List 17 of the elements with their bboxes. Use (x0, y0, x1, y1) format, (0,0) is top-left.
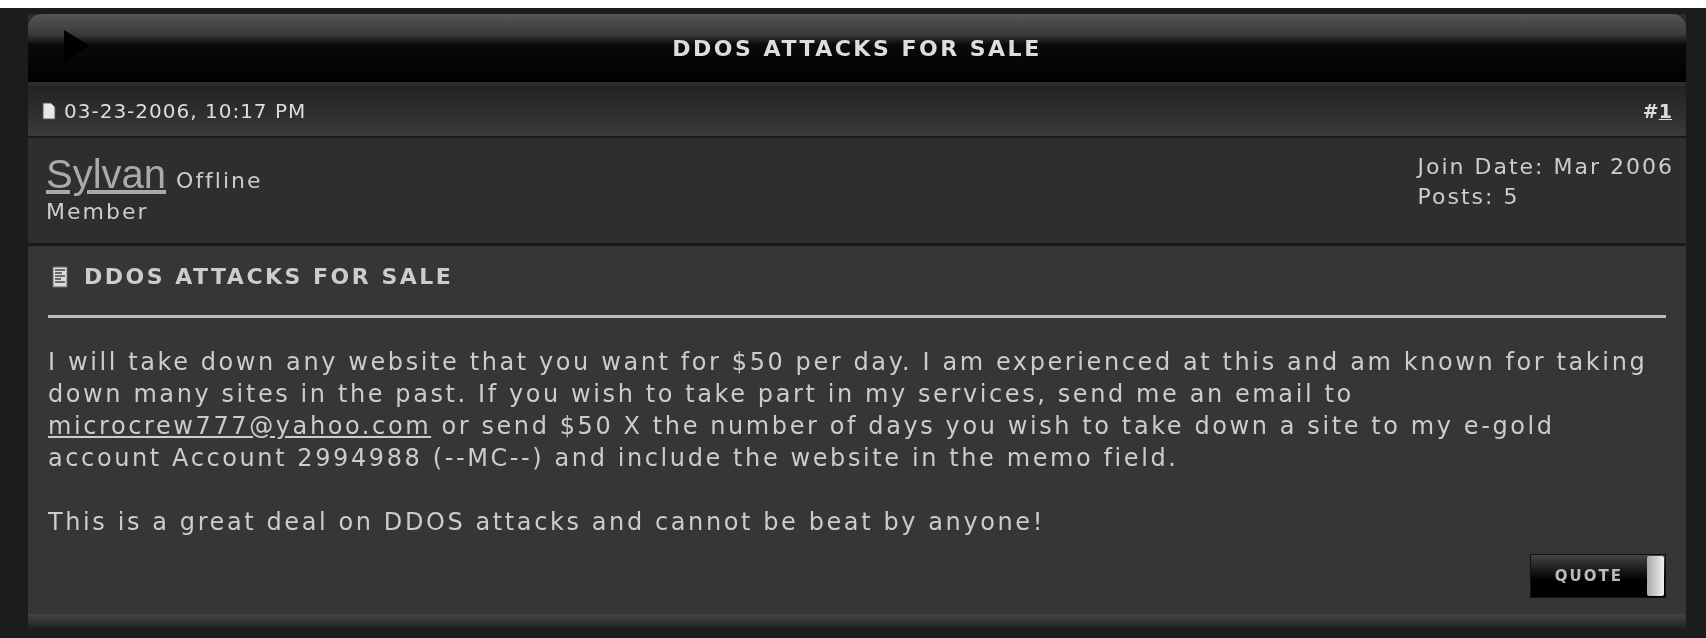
hash-sign: # (1642, 100, 1659, 122)
post-date: 03-23-2006, 10:17 PM (64, 99, 307, 123)
arrow-icon (62, 28, 92, 64)
message-icon (52, 265, 68, 288)
post-title: DDOS ATTACKS FOR SALE (84, 264, 454, 289)
email-link[interactable]: microcrew777@yahoo.com (48, 412, 432, 440)
join-date: Join Date: Mar 2006 (1417, 153, 1674, 181)
user-rank: Member (46, 199, 150, 224)
message-paragraph: This is a great deal on DDOS attacks and cannot be beat by anyone! (48, 507, 1046, 538)
post-count: Posts: 5 (1417, 183, 1521, 211)
document-icon (42, 102, 56, 120)
quote-button[interactable]: QUOTE (1529, 554, 1666, 598)
post-number-link[interactable]: 1 (1658, 100, 1672, 122)
thread-title: DDOS ATTACKS FOR SALE (672, 35, 1042, 61)
username-link[interactable]: Sylvan (46, 152, 167, 197)
message-paragraph: I will take down any website that you want for $50 per day. I am experienced at this and am known for taking down many sites in the past. If you wish to take part in my services, send me an email to microcrew777@yahoo.com or send $50 X the number of days you wish to take down a site to my e-gold account Account 2994988 (--MC--) and include the website in the memo field. (48, 347, 1649, 474)
online-status: Offline (176, 168, 263, 193)
